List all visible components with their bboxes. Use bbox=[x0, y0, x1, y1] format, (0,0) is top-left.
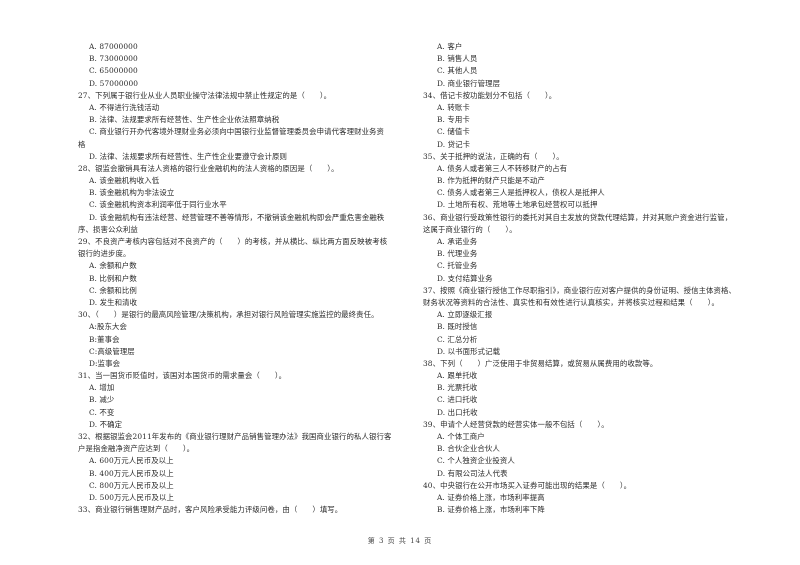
answer-option: D. 土地所有权、荒地等土地承包经营权可以抵押 bbox=[437, 200, 598, 210]
question-stem: 37、按照《商业银行授信工作尽职指引》，商业银行应对客户提供的身份证明、授信主体… bbox=[423, 285, 737, 295]
answer-option: D. 不确定 bbox=[89, 419, 123, 429]
answer-option: B. 证券价格上涨，市场利率下降 bbox=[437, 505, 545, 515]
answer-option: C. 托管业务 bbox=[437, 261, 478, 271]
answer-option: B. 法律、法规要求所有经营性、生产性企业依法照章纳税 bbox=[89, 115, 280, 125]
answer-option: C. 800万元人民币及以上 bbox=[89, 480, 174, 490]
answer-option: A. 增加 bbox=[89, 383, 115, 393]
answer-option: A. 该金融机构收入低 bbox=[89, 176, 160, 186]
left-column: A. 87000000 B. 73000000 C. 65000000 D. 5700… bbox=[78, 41, 408, 516]
question-stem: 27、下列属于银行业从业人员职业操守法律法规中禁止性规定的是（ ）。 bbox=[78, 90, 332, 100]
answer-option: D. 法律、法规要求所有经营性、生产性企业要遵守会计原则 bbox=[89, 151, 287, 161]
answer-option: D. 57000000 bbox=[89, 78, 139, 88]
answer-option: B:董事会 bbox=[89, 334, 120, 344]
question-continuation: 这属于商业银行的（ ）。 bbox=[423, 224, 517, 234]
page-footer: 第 3 页 共 14 页 bbox=[367, 537, 433, 545]
answer-option: C. 储值卡 bbox=[437, 127, 470, 137]
question-continuation: 序、损害公众利益 bbox=[78, 224, 138, 234]
answer-option: C. 该金融机构资本利润率低于同行业水平 bbox=[89, 200, 227, 210]
answer-option: C. 个人独资企业投资人 bbox=[437, 456, 515, 466]
question-stem: 40、中央银行在公开市场买入证券可能出现的结果是（ ）。 bbox=[423, 480, 632, 490]
question-continuation: 格 bbox=[78, 139, 86, 149]
answer-option: D. 贷记卡 bbox=[437, 139, 471, 149]
answer-option: C. 不变 bbox=[89, 407, 115, 417]
answer-option: A. 600万元人民币及以上 bbox=[89, 456, 174, 466]
answer-option: B. 该金融机构为非法设立 bbox=[89, 188, 175, 198]
answer-option: A:股东大会 bbox=[89, 322, 127, 332]
answer-option: C:高级管理层 bbox=[89, 346, 135, 356]
answer-option: B. 销售人员 bbox=[437, 54, 478, 64]
question-stem: 38、下列（ ）广泛使用于非贸易结算，或贸易从属费用的收款等。 bbox=[423, 358, 658, 368]
answer-option: A. 87000000 bbox=[89, 42, 138, 51]
answer-option: B. 作为抵押的财产只能是不动产 bbox=[437, 176, 545, 186]
answer-option: D:监事会 bbox=[89, 358, 121, 368]
answer-option: C. 债务人或者第三人是抵押权人，债权人是抵押人 bbox=[437, 188, 605, 198]
answer-option: D. 以书面形式记载 bbox=[437, 346, 501, 356]
answer-option: D. 商业银行管理层 bbox=[437, 78, 501, 88]
question-continuation: 财务状况等资料的合法性、真实性和有效性进行认真核实，并将核实过程和结果（ ）。 bbox=[423, 297, 719, 307]
answer-option: D. 该金融机构有违法经营、经营管理不善等情形，不撤销该金融机构即会严重危害金融… bbox=[89, 212, 385, 222]
answer-option: A. 承诺业务 bbox=[437, 237, 478, 246]
answer-option: A. 债务人或者第三人不转移财产的占有 bbox=[437, 163, 568, 173]
question-continuation: 银行的进步度。 bbox=[78, 249, 131, 259]
answer-option: B. 专用卡 bbox=[437, 115, 470, 125]
answer-option: D. 出口托收 bbox=[437, 407, 478, 417]
answer-option: A. 客户 bbox=[437, 42, 463, 51]
answer-option: B. 代理业务 bbox=[437, 249, 478, 259]
question-stem: 28、银监会撤销具有法人资格的银行业金融机构的法人资格的原因是（ ）。 bbox=[78, 163, 339, 173]
answer-option: B. 400万元人民币及以上 bbox=[89, 468, 174, 478]
answer-option: B. 合伙企业合伙人 bbox=[437, 444, 500, 454]
answer-option: B. 比例和户数 bbox=[89, 273, 137, 283]
question-stem: 33、商业银行销售理财产品时，客户风险承受能力评级问卷，由（ ）填写。 bbox=[78, 505, 343, 515]
answer-option: D. 500万元人民币及以上 bbox=[89, 492, 174, 502]
answer-option: C. 65000000 bbox=[89, 66, 138, 76]
question-stem: 36、商业银行受政策性银行的委托对其自主发放的贷款代理结算，并对其账户资金进行监… bbox=[423, 212, 733, 222]
answer-option: C. 商业银行开办代客境外理财业务必须向中国银行业监督管理委员会申请代客理财业务… bbox=[89, 127, 385, 137]
question-stem: 30、（ ）是银行的最高风险管理/决策机构，承担对银行风险管理实施监控的最终责任… bbox=[78, 310, 379, 320]
answer-option: C. 其他人员 bbox=[437, 66, 478, 76]
answer-option: A. 转账卡 bbox=[437, 102, 470, 112]
question-stem: 34、借记卡按功能划分不包括（ ）。 bbox=[423, 90, 557, 100]
answer-option: C. 余额和比例 bbox=[89, 285, 137, 295]
answer-option: D. 有限公司法人代表 bbox=[437, 468, 508, 478]
answer-option: B. 减少 bbox=[89, 395, 115, 405]
question-stem: 35、关于抵押的说法，正确的有（ ）。 bbox=[423, 151, 564, 161]
answer-option: C. 进口托收 bbox=[437, 395, 478, 405]
answer-option: B. 既时授信 bbox=[437, 322, 478, 332]
answer-option: B. 光票托收 bbox=[437, 383, 478, 393]
answer-option: B. 73000000 bbox=[89, 54, 138, 64]
question-stem: 32、根据银监会2011年发布的《商业银行理财产品销售管理办法》我国商业银行的私… bbox=[78, 432, 392, 441]
answer-option: A. 跟单托收 bbox=[437, 371, 478, 381]
question-stem: 29、不良资产考核内容包括对不良资产的（ ）的考核，并从横比、纵比两方面反映被考… bbox=[78, 237, 388, 246]
answer-option: A. 余额和户数 bbox=[89, 261, 137, 271]
question-stem: 39、申请个人经营贷款的经营实体一般不包括（ ）。 bbox=[423, 419, 609, 429]
answer-option: D. 发生和清收 bbox=[89, 297, 138, 307]
right-column: A. 客户 B. 销售人员 C. 其他人员 D. 商业银行管理层 34、借记卡按功能划分… bbox=[423, 41, 758, 516]
answer-option: A. 不得进行洗钱活动 bbox=[89, 102, 160, 112]
answer-option: D. 支付结算业务 bbox=[437, 273, 493, 283]
answer-option: A. 证券价格上涨，市场利率提高 bbox=[437, 492, 545, 502]
question-continuation: 户是指金融净资产应达到（ ）。 bbox=[78, 444, 195, 454]
answer-option: A. 立即逐级汇报 bbox=[437, 310, 493, 320]
answer-option: C. 汇总分析 bbox=[437, 334, 478, 344]
question-stem: 31、当一国货币贬值时，该国对本国货币的需求量会（ ）。 bbox=[78, 371, 287, 381]
answer-option: A. 个体工商户 bbox=[437, 432, 485, 441]
